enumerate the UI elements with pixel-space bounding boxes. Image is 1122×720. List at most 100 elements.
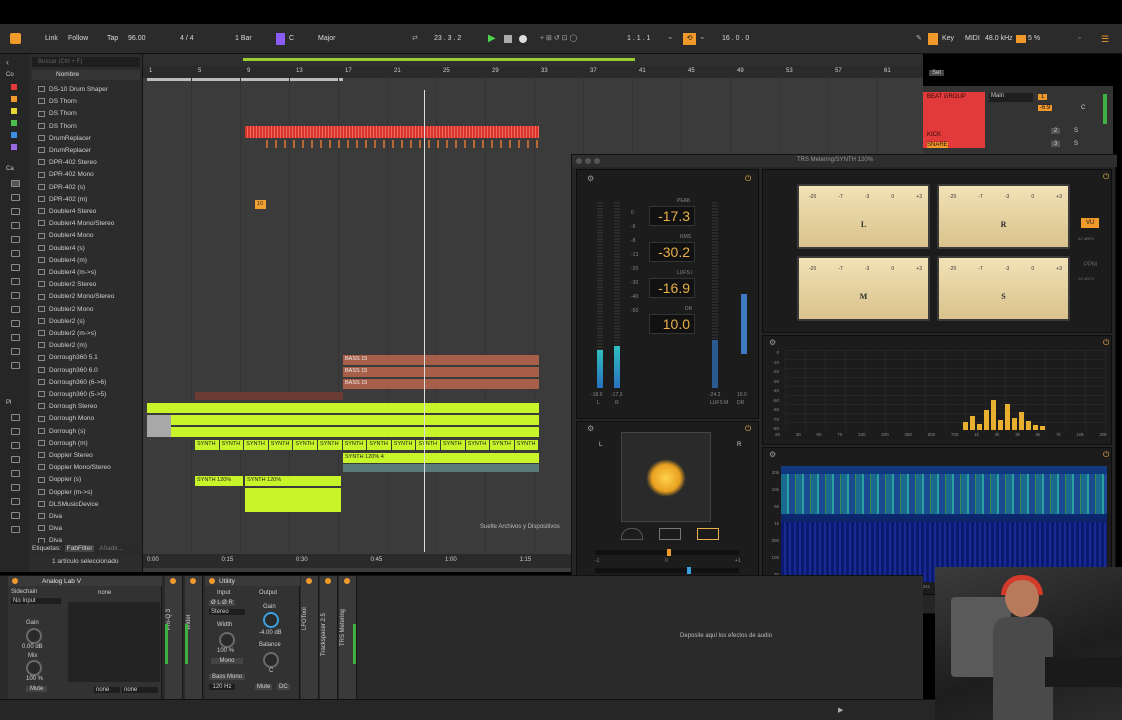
power-icon[interactable]: ⏻ — [745, 174, 751, 184]
browser-item[interactable]: DrumReplacer — [38, 133, 91, 145]
folder-icon[interactable] — [11, 498, 20, 505]
synth-clip[interactable]: SYNTH — [195, 440, 219, 450]
synth-clip[interactable]: SYNTH — [318, 440, 342, 450]
browser-item[interactable]: Doubler2 (s) — [38, 316, 85, 328]
browser-item[interactable]: Dorrough Mono — [38, 413, 94, 425]
track-pan[interactable]: C — [1081, 105, 1085, 111]
midi-to-dropdown[interactable]: none — [122, 687, 158, 693]
track-volume[interactable]: -6.9 — [1038, 105, 1053, 111]
mix-knob[interactable] — [26, 660, 42, 676]
tempo-field[interactable]: 96.00 — [128, 33, 146, 45]
samples-icon[interactable] — [11, 320, 20, 327]
track-number[interactable]: 2 — [1051, 128, 1061, 134]
muted-clip[interactable] — [147, 415, 171, 437]
pro-q3-device[interactable]: Pro-Q 3 — [165, 576, 183, 700]
synth-clip[interactable]: SYNTH — [416, 440, 440, 450]
browser-item[interactable]: Doubler4 (s) — [38, 243, 85, 255]
keyboard-icon[interactable] — [928, 33, 938, 45]
trs-metering-device[interactable]: TRS Metering — [339, 576, 357, 700]
templates-icon[interactable] — [11, 362, 20, 369]
phase-invert-buttons[interactable]: Ø L Ø R — [209, 600, 235, 606]
draw-mode-icon[interactable]: ✎ — [916, 33, 922, 45]
synth-clip[interactable]: SYNTH — [465, 440, 490, 450]
menu-icon[interactable]: ☰ — [1101, 33, 1109, 45]
color-tag-icon[interactable] — [11, 144, 17, 150]
synth-clip[interactable] — [147, 403, 539, 413]
utility-mute-button[interactable]: Mute — [255, 684, 273, 690]
key-map-button[interactable]: Key — [942, 33, 954, 45]
quantize-dropdown[interactable]: 1 Bar — [235, 33, 252, 45]
tunings-icon[interactable] — [11, 348, 20, 355]
output-gain-knob[interactable] — [263, 612, 279, 628]
synth-clip[interactable]: SYNTH — [514, 440, 539, 450]
modulators-icon[interactable] — [11, 264, 20, 271]
color-tag-icon[interactable] — [11, 96, 17, 102]
folder-icon[interactable] — [11, 512, 20, 519]
scope-mode-icon[interactable] — [697, 528, 719, 540]
device-on-icon[interactable] — [325, 578, 331, 584]
loop-start-field[interactable]: 1 . 1 . 1 — [627, 33, 650, 45]
solo-button[interactable]: S — [1074, 141, 1078, 147]
folder-icon[interactable] — [11, 484, 20, 491]
device-on-icon[interactable] — [190, 578, 196, 584]
scope-mode-icon[interactable] — [659, 528, 681, 540]
browser-item[interactable]: Dorrough360 (6->6) — [38, 377, 106, 389]
device-on-icon[interactable] — [170, 578, 176, 584]
name-column-header[interactable]: Nombre — [32, 70, 140, 80]
bar-ruler[interactable]: 1 5 9 13 17 21 25 29 33 37 41 45 49 53 57 61 — [143, 66, 923, 78]
power-icon[interactable]: ⏻ — [745, 424, 751, 434]
browser-item[interactable]: Doubler4 (m->s) — [38, 267, 96, 279]
drums-icon[interactable] — [11, 208, 20, 215]
browser-item[interactable]: DPR-402 (m) — [38, 194, 87, 206]
synth-clip[interactable]: SYNTH — [391, 440, 416, 450]
bass-clip-dim[interactable] — [195, 392, 343, 400]
browser-item[interactable]: DPR-402 Mono — [38, 169, 94, 181]
power-icon[interactable]: ⏻ — [1103, 338, 1109, 348]
grooves-icon[interactable] — [11, 334, 20, 341]
track-number[interactable]: 1 — [1038, 94, 1048, 100]
key-scale-dropdown[interactable]: Major — [318, 33, 336, 45]
stop-icon[interactable] — [504, 35, 512, 43]
midi-from-dropdown[interactable]: none — [94, 687, 120, 693]
power-icon[interactable]: ⏻ — [1103, 172, 1109, 182]
close-icon[interactable] — [576, 158, 582, 164]
sidechain-input-dropdown[interactable]: No Input — [11, 598, 61, 604]
device-on-icon[interactable] — [344, 578, 350, 584]
track-number[interactable]: 3 — [1051, 141, 1061, 147]
browser-item[interactable]: Dorrough Stereo — [38, 401, 97, 413]
browser-item[interactable]: Doubler4 (m) — [38, 255, 87, 267]
browser-item[interactable]: DPR-402 (s) — [38, 182, 85, 194]
play-icon[interactable]: ▶ — [488, 33, 496, 45]
browser-item[interactable]: Doubler2 (m->s) — [38, 328, 96, 340]
overdub-icon[interactable]: + ⊞ ↺ ⊡ ◯ — [540, 33, 577, 45]
packs-icon[interactable] — [11, 414, 20, 421]
add-tag-button[interactable]: Añadir... — [99, 545, 123, 552]
ppm-mode-button[interactable]: PPM — [1081, 260, 1100, 270]
settings-gear-icon[interactable]: ⚙ — [587, 174, 594, 183]
loop-switch-icon[interactable]: ⟲ — [683, 33, 696, 45]
synth-clip[interactable]: SYNTH — [244, 440, 268, 450]
instruments-icon[interactable] — [11, 222, 20, 229]
browser-item[interactable]: Dorrough360 6.0 — [38, 365, 98, 377]
browser-search-input[interactable]: Buscar (Ctrl + F) — [32, 57, 140, 67]
tap-button[interactable]: Tap — [107, 33, 118, 45]
browser-item[interactable]: Doppler (m->s) — [38, 487, 93, 499]
time-signature-field[interactable]: 4 / 4 — [180, 33, 194, 45]
browser-item[interactable]: DS Thorn — [38, 108, 77, 120]
mute-button[interactable]: Mute — [26, 686, 48, 692]
browser-item[interactable]: DLSMusicDevice — [38, 499, 99, 511]
dc-button[interactable]: DC — [277, 684, 290, 690]
synth-clip-block[interactable] — [245, 488, 341, 512]
browser-item[interactable]: Doubler4 Mono — [38, 230, 93, 242]
browser-item[interactable]: Doppler (s) — [38, 474, 81, 486]
bass-clip[interactable]: BASS 15 — [343, 367, 539, 377]
synth-clip[interactable]: SYNTH — [367, 440, 391, 450]
loop-region[interactable] — [243, 58, 635, 61]
synth-clip[interactable]: SYNTH — [342, 440, 367, 450]
loop-bar[interactable] — [143, 54, 923, 66]
user-library-icon[interactable] — [11, 428, 20, 435]
color-tag-icon[interactable] — [11, 84, 17, 90]
midi-effects-icon[interactable] — [11, 250, 20, 257]
browser-item[interactable]: Doppler Stereo — [38, 450, 93, 462]
color-tag-icon[interactable] — [11, 132, 17, 138]
